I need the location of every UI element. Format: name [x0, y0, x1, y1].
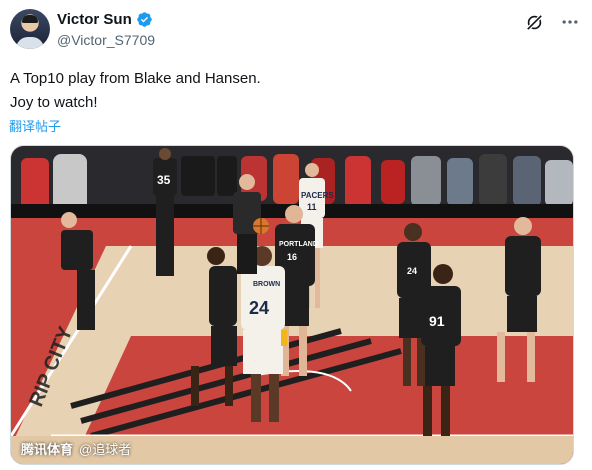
- tweet-text-line-2: Joy to watch!: [10, 94, 98, 111]
- video-watermark: 腾讯体育 @追球者: [21, 439, 131, 458]
- svg-text:BROWN: BROWN: [253, 281, 280, 288]
- grok-icon[interactable]: [524, 12, 544, 32]
- svg-text:24: 24: [249, 298, 269, 318]
- svg-text:16: 16: [287, 252, 297, 262]
- avatar[interactable]: [10, 9, 50, 49]
- display-name[interactable]: Victor Sun: [57, 11, 132, 28]
- svg-text:PACERS: PACERS: [301, 191, 334, 200]
- player-35: 35: [153, 148, 177, 276]
- verified-badge-icon: [136, 12, 152, 27]
- svg-text:PORTLAND: PORTLAND: [279, 241, 318, 248]
- translate-post-link[interactable]: 翻译帖子: [9, 116, 61, 135]
- tweet-text: A Top10 play from Blake and Hansen. Joy …: [10, 67, 261, 115]
- svg-text:24: 24: [407, 266, 417, 276]
- author-handle[interactable]: @Victor_S7709: [57, 32, 155, 48]
- tweet-media-video[interactable]: RIP CITY 35 PACERS 11 PORTLAND 16 BROWN …: [10, 145, 574, 465]
- svg-text:11: 11: [307, 202, 317, 212]
- author-name-row: Victor Sun: [57, 11, 153, 28]
- svg-text:91: 91: [429, 313, 445, 329]
- basketball: [253, 218, 269, 234]
- watermark-text: @追球者: [79, 442, 132, 457]
- avatar-hair: [22, 15, 38, 23]
- video-frame: RIP CITY 35 PACERS 11 PORTLAND 16 BROWN …: [11, 146, 573, 464]
- tweet-text-line-1: A Top10 play from Blake and Hansen.: [10, 70, 261, 87]
- avatar-shirt: [16, 37, 44, 49]
- watermark-logo: 腾讯体育: [21, 442, 74, 457]
- tweet-top-actions: [524, 12, 580, 32]
- svg-text:35: 35: [157, 173, 171, 187]
- more-icon[interactable]: [560, 12, 580, 32]
